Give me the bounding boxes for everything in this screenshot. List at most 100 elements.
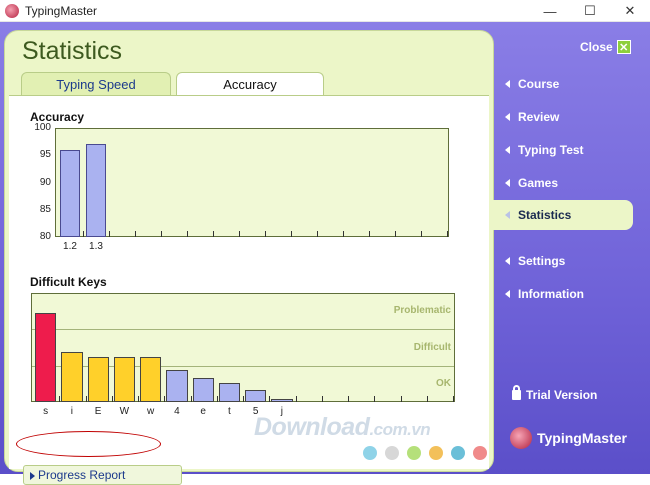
accuracy-bar: [60, 149, 80, 237]
sidebar-item-review[interactable]: Review: [505, 110, 559, 124]
app-frame: Statistics Typing Speed Accuracy Accurac…: [0, 22, 650, 485]
gridline: [216, 396, 218, 402]
watermark-main: Download: [254, 413, 370, 441]
sidebar-item-course[interactable]: Course: [505, 77, 559, 91]
x-tick-label: 1.3: [89, 241, 103, 252]
gridline: [291, 231, 292, 237]
key-bar: [166, 370, 188, 402]
gridline: [447, 231, 448, 237]
statistics-panel: Statistics Typing Speed Accuracy Accurac…: [4, 30, 494, 485]
trial-version-link[interactable]: Trial Version: [512, 385, 598, 402]
x-tick-label: i: [70, 406, 73, 417]
key-bar: [245, 390, 267, 402]
gridline: [453, 396, 454, 402]
key-bar: [61, 351, 83, 402]
gridline: [400, 396, 402, 402]
sidebar-item-label: Review: [518, 110, 560, 124]
gridline: [109, 231, 110, 237]
band-label: OK: [436, 377, 451, 389]
watermark-dot: [451, 446, 465, 460]
gridline: [343, 231, 344, 237]
brand: TypingMaster: [510, 427, 627, 449]
sidebar-item-typing-test[interactable]: Typing Test: [505, 143, 584, 157]
x-tick-label: t: [227, 406, 231, 417]
typingmaster-logo-icon: [510, 427, 532, 449]
x-tick-label: w: [147, 406, 155, 417]
watermark-dot: [473, 446, 487, 460]
arrow-left-icon: [505, 113, 510, 121]
app-icon: [5, 3, 19, 18]
key-bar: [113, 357, 135, 402]
gridline: [161, 231, 162, 237]
difficult-keys-chart-title: Difficult Keys: [30, 275, 107, 289]
arrow-left-icon: [505, 179, 510, 187]
tab-typing-speed[interactable]: Typing Speed: [21, 72, 171, 95]
close-window-button[interactable]: ✕: [610, 0, 650, 22]
key-bar: [35, 312, 57, 402]
y-tick-label: 100: [34, 122, 51, 133]
gridline: [395, 231, 396, 237]
progress-report-button[interactable]: Progress Report: [23, 465, 182, 485]
arrow-left-icon: [505, 290, 510, 298]
gridline: [164, 396, 166, 402]
watermark-suffix: .com.vn: [369, 420, 431, 439]
gridline: [213, 231, 214, 237]
watermark-dot: [363, 446, 377, 460]
key-bar: [87, 357, 109, 402]
brand-name: TypingMaster: [537, 430, 627, 446]
lock-icon: [512, 385, 521, 400]
band-label: Difficult: [413, 341, 451, 353]
tab-accuracy[interactable]: Accuracy: [176, 72, 324, 96]
x-tick-label: 4: [174, 406, 180, 417]
accuracy-plot-area: [55, 128, 449, 237]
play-icon: [30, 472, 35, 480]
sidebar-item-label: Course: [518, 77, 560, 91]
close-icon: ✕: [616, 40, 631, 54]
close-label: Close: [580, 40, 613, 54]
gridline: [85, 396, 87, 402]
key-bar: [140, 357, 162, 402]
gridline: [135, 231, 136, 237]
gridline: [187, 231, 188, 237]
gridline: [374, 396, 376, 402]
sidebar-item-label: Information: [518, 287, 584, 301]
gridline: [369, 231, 370, 237]
arrow-left-icon: [505, 257, 510, 265]
trial-version-label: Trial Version: [526, 388, 598, 402]
close-button[interactable]: Close ✕: [580, 40, 631, 54]
watermark-dot: [429, 446, 443, 460]
gridline: [190, 396, 192, 402]
x-tick-label: E: [94, 406, 102, 417]
accuracy-bar: [86, 144, 106, 237]
title-bar: TypingMaster — ☐ ✕: [0, 0, 650, 22]
arrow-left-icon: [505, 211, 510, 219]
sidebar-item-information[interactable]: Information: [505, 287, 584, 301]
maximize-button[interactable]: ☐: [570, 0, 610, 22]
gridline: [348, 396, 349, 402]
sidebar-item-label: Statistics: [518, 208, 572, 222]
sidebar-item-settings[interactable]: Settings: [505, 254, 565, 268]
key-bar: [192, 378, 214, 402]
gridline: [295, 396, 297, 402]
window-controls: — ☐ ✕: [530, 0, 650, 22]
minimize-button[interactable]: —: [530, 0, 570, 22]
y-tick-label: 80: [39, 231, 51, 242]
window-title: TypingMaster: [25, 3, 98, 18]
gridline: [426, 396, 428, 402]
gridline: [317, 231, 318, 237]
sidebar-item-games[interactable]: Games: [505, 176, 558, 190]
sidebar-item-label: Games: [518, 176, 559, 190]
gridline: [83, 231, 84, 237]
sidebar-item-statistics[interactable]: Statistics: [505, 208, 571, 222]
watermark-dot: [385, 446, 399, 460]
x-tick-label: 1.2: [63, 241, 77, 252]
gridline: [269, 396, 271, 402]
y-tick-label: 85: [39, 203, 51, 215]
band-divider: [32, 329, 454, 331]
gridline: [421, 231, 422, 237]
gridline: [265, 231, 266, 237]
gridline: [138, 396, 139, 402]
x-tick-label: s: [43, 406, 49, 417]
key-bar: [271, 398, 293, 402]
y-tick-label: 95: [39, 149, 51, 161]
